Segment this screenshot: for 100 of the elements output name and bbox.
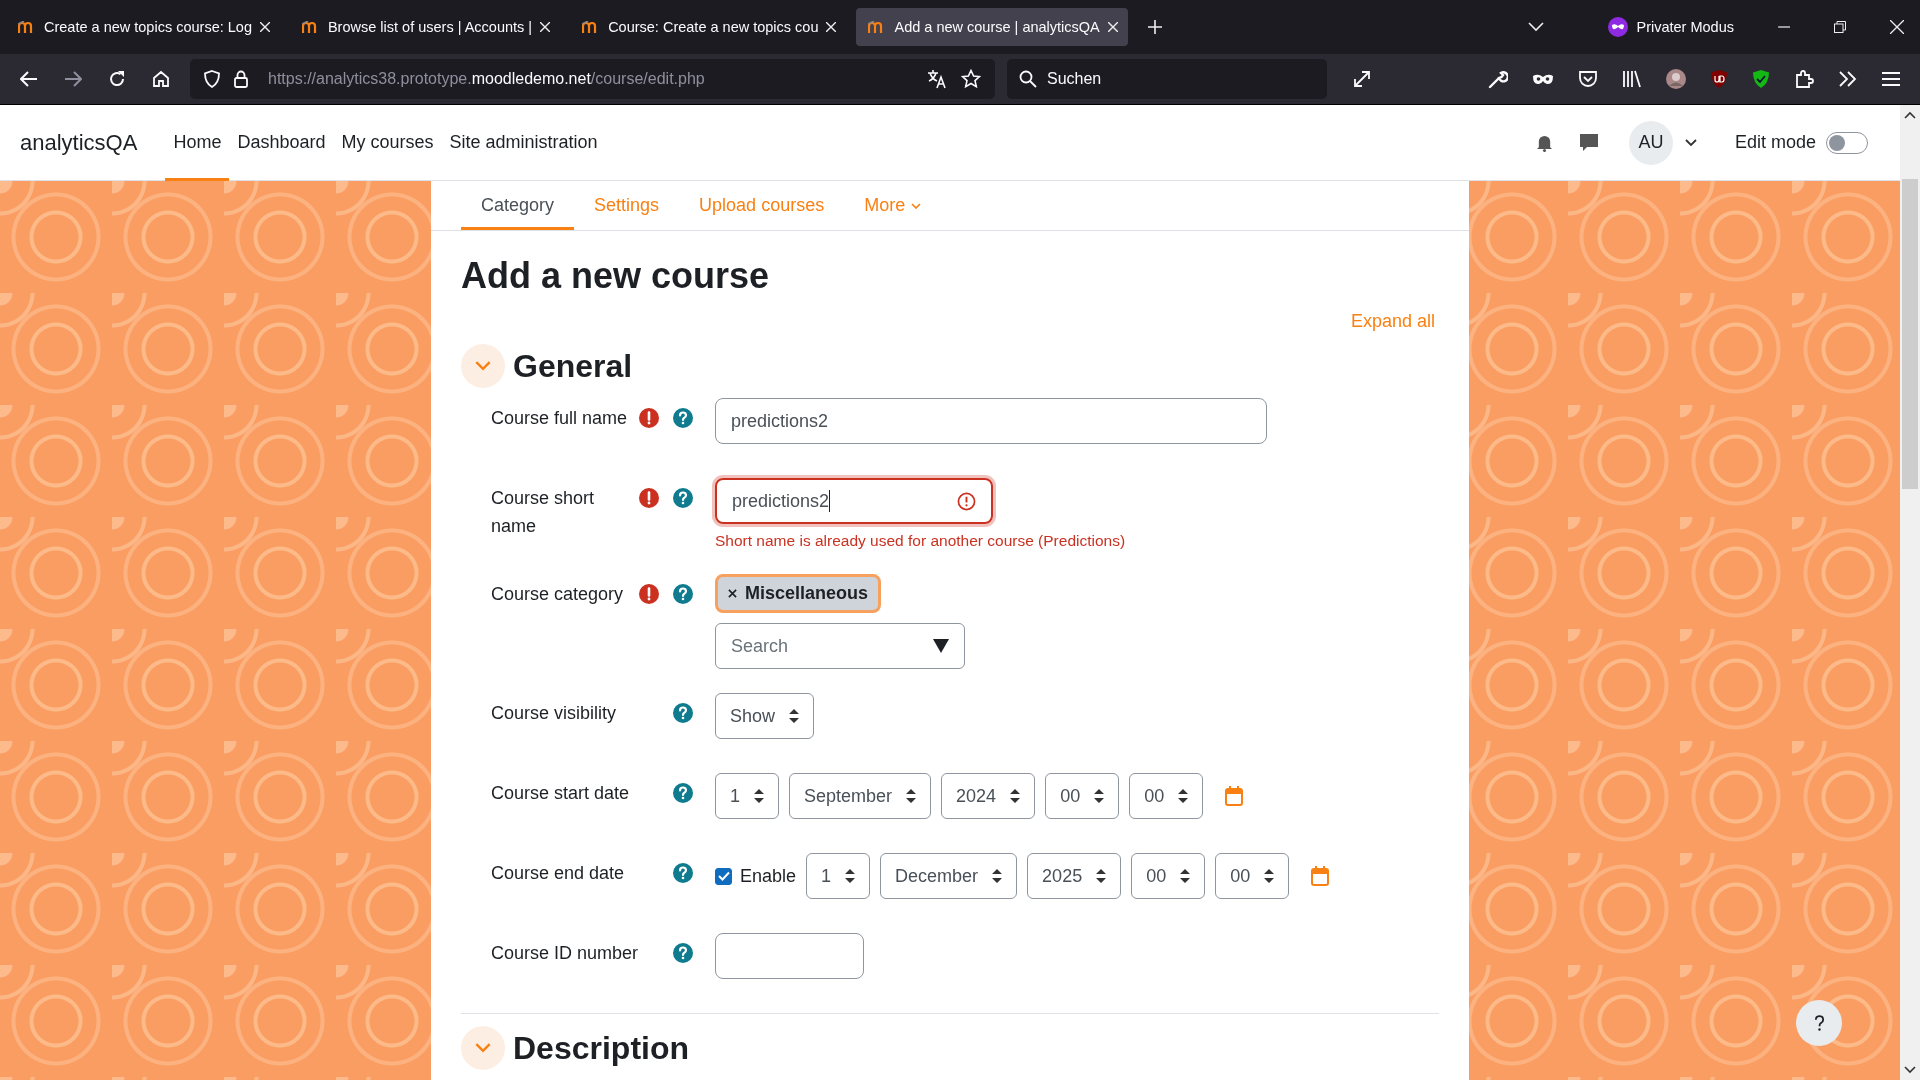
new-tab-icon[interactable] <box>1147 20 1162 34</box>
calendar-icon[interactable] <box>1225 786 1244 806</box>
address-bar[interactable]: https://analytics38.prototype.moodledemo.net/course/edit.php <box>190 59 995 99</box>
browser-tab[interactable]: Create a new topics course: Log <box>6 8 280 46</box>
search-field[interactable]: Suchen <box>1007 59 1327 99</box>
help-button[interactable] <box>1796 1000 1842 1046</box>
help-icon[interactable] <box>673 863 693 883</box>
select-field[interactable]: Show <box>715 693 815 739</box>
mask-icon[interactable] <box>1532 73 1554 85</box>
reload-icon[interactable] <box>108 70 126 88</box>
field-label: Course full name <box>491 407 629 430</box>
help-icon[interactable] <box>673 408 693 428</box>
scroll-up-icon[interactable] <box>1904 111 1916 119</box>
page-title: Add a new course <box>461 255 771 297</box>
dropdown-icon <box>933 639 949 653</box>
close-icon[interactable] <box>540 22 551 32</box>
category-chip[interactable]: Miscellaneous <box>715 574 882 613</box>
chevron-down-icon[interactable] <box>1684 138 1697 147</box>
required-icon <box>639 488 659 508</box>
edit-mode-label: Edit mode <box>1734 132 1816 153</box>
nav-link[interactable]: Dashboard <box>229 104 334 181</box>
puzzle-icon[interactable] <box>1794 69 1814 89</box>
checkbox[interactable] <box>715 867 732 885</box>
select-field[interactable]: 2025 <box>1027 853 1122 899</box>
remove-icon[interactable] <box>728 589 737 598</box>
lock-icon[interactable] <box>234 70 248 88</box>
private-mode-label: Privater Modus <box>1636 19 1734 35</box>
browser-tab[interactable]: Course: Create a new topics cou <box>570 8 847 46</box>
field-label: Course category <box>491 583 625 606</box>
sort-arrows-icon <box>1180 869 1191 883</box>
select-field[interactable]: 00 <box>1045 773 1120 819</box>
pocket-icon[interactable] <box>1578 70 1598 88</box>
help-icon[interactable] <box>673 783 693 803</box>
back-icon[interactable] <box>20 71 38 87</box>
section-title[interactable]: Description <box>513 1029 690 1067</box>
checkbox-label: Enable <box>740 865 797 887</box>
user-avatar[interactable]: AU <box>1628 120 1673 165</box>
chevron-down-icon <box>475 1043 491 1053</box>
expand-icon[interactable] <box>1353 70 1371 88</box>
calendar-icon[interactable] <box>1311 866 1330 886</box>
select-field[interactable]: December <box>880 853 1018 899</box>
star-icon[interactable] <box>961 69 981 89</box>
help-icon[interactable] <box>673 584 693 604</box>
library-icon[interactable] <box>1622 70 1642 88</box>
close-icon[interactable] <box>259 22 270 32</box>
search-field[interactable]: Search <box>715 623 965 669</box>
forward-icon[interactable] <box>64 71 82 87</box>
help-icon[interactable] <box>673 488 693 508</box>
nav-link[interactable]: Site administration <box>441 104 606 181</box>
sort-arrows-icon <box>1264 869 1275 883</box>
text-field[interactable]: predictions2 <box>715 478 993 524</box>
browser-tab[interactable]: Add a new course | analyticsQA <box>856 8 1128 46</box>
shield-icon[interactable] <box>1710 69 1728 89</box>
menu-icon[interactable] <box>1882 72 1900 86</box>
sort-arrows-icon <box>1094 789 1105 803</box>
select-field[interactable]: 1 <box>715 773 779 819</box>
select-field[interactable]: 00 <box>1215 853 1290 899</box>
scrollbar-thumb[interactable] <box>1902 179 1918 489</box>
select-field[interactable]: 00 <box>1131 853 1206 899</box>
translate-icon[interactable] <box>927 69 947 89</box>
field-label: Course end date <box>491 862 626 885</box>
home-icon[interactable] <box>152 70 170 88</box>
select-field[interactable]: September <box>789 773 932 819</box>
nav-link[interactable]: My courses <box>333 104 442 181</box>
help-icon[interactable] <box>673 703 693 723</box>
select-field[interactable]: 1 <box>806 853 871 899</box>
field-label: Course short name <box>491 487 596 538</box>
browser-tab[interactable]: Browse list of users | Accounts | <box>289 8 561 46</box>
required-icon <box>639 408 659 428</box>
bell-icon[interactable] <box>1535 133 1553 152</box>
url-text: https://analytics38.prototype.moodledemo.net/course/edit.php <box>268 70 705 88</box>
site-name[interactable]: analyticsQA <box>20 129 138 156</box>
collapse-toggle[interactable] <box>461 344 505 388</box>
field-label: Course ID number <box>491 942 639 965</box>
wrench-icon[interactable] <box>1488 69 1508 89</box>
chat-icon[interactable] <box>1578 132 1599 153</box>
scroll-down-icon[interactable] <box>1904 1066 1916 1074</box>
sort-arrows-icon <box>754 789 764 803</box>
help-icon[interactable] <box>673 943 693 963</box>
avatar-icon[interactable] <box>1666 69 1686 89</box>
text-field[interactable] <box>715 933 864 979</box>
close-icon[interactable] <box>1890 20 1904 34</box>
question-icon <box>1813 1014 1825 1032</box>
chevron-down-icon <box>475 361 491 371</box>
chevrons-right-icon[interactable] <box>1838 71 1858 87</box>
select-field[interactable]: 00 <box>1129 773 1204 819</box>
select-field[interactable]: 2024 <box>941 773 1036 819</box>
section-title[interactable]: General <box>513 347 633 385</box>
close-icon[interactable] <box>826 22 837 32</box>
secondary-tab[interactable]: Category <box>461 181 575 230</box>
sort-arrows-icon <box>906 789 917 803</box>
collapse-toggle[interactable] <box>461 1026 505 1070</box>
required-icon <box>639 584 659 604</box>
close-icon[interactable] <box>1107 22 1118 32</box>
shield-check-icon[interactable] <box>1752 69 1770 89</box>
field-label: Course start date <box>491 782 631 805</box>
field-label: Course visibility <box>491 702 618 725</box>
text-field[interactable]: predictions2 <box>715 398 1267 444</box>
shield-icon[interactable] <box>204 70 220 88</box>
restore-icon[interactable] <box>1834 21 1846 33</box>
